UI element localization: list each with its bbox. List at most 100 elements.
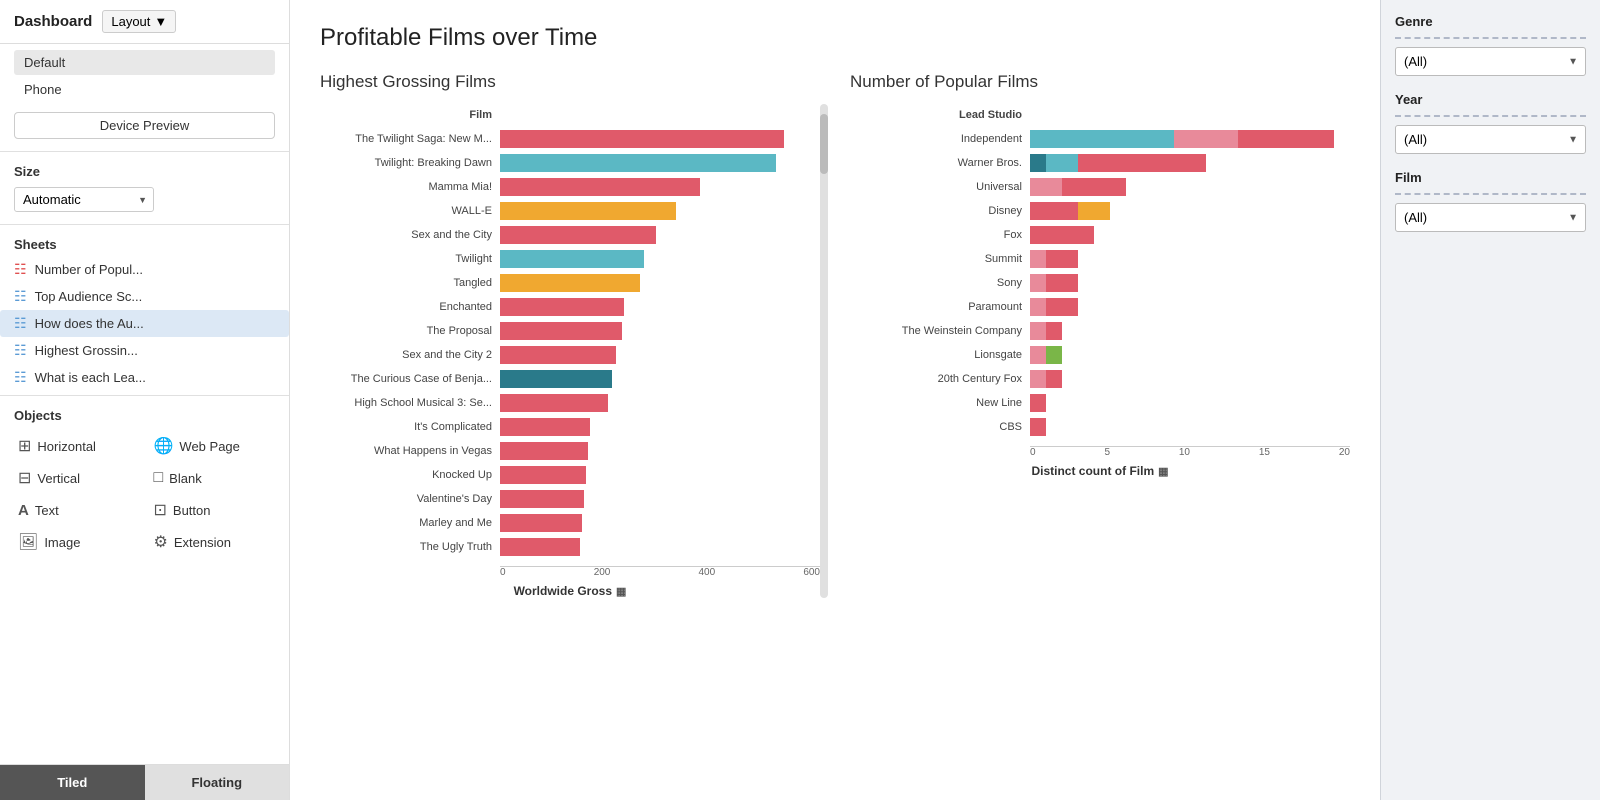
layout-option-phone[interactable]: Phone — [14, 77, 275, 102]
year-filter-label: Year — [1395, 92, 1586, 107]
chart1-bar-row-16: Marley and Me — [320, 512, 820, 534]
sheet-icon-3: ☷ — [14, 342, 27, 359]
chart1-bar-body-12 — [500, 416, 820, 438]
chart1-bar-label-11: High School Musical 3: Se... — [320, 397, 500, 409]
sheet-icon-1: ☷ — [14, 288, 27, 305]
chart2-bar-body-0 — [1030, 128, 1350, 150]
sheet-item-0[interactable]: ☷ Number of Popul... — [0, 256, 289, 283]
chart1-bar-segment-6 — [500, 274, 640, 292]
chart2-bar-seg-9-1 — [1046, 346, 1062, 364]
chart2-bar-seg-3-0 — [1030, 202, 1078, 220]
chart1-bar-body-11 — [500, 392, 820, 414]
film-divider — [1395, 193, 1586, 195]
chart2-bar-label-12: CBS — [850, 421, 1030, 433]
tiled-tab[interactable]: Tiled — [0, 765, 145, 800]
chart1-bar-label-10: The Curious Case of Benja... — [320, 373, 500, 385]
chart1-bar-row-17: The Ugly Truth — [320, 536, 820, 558]
chart1-bar-row-15: Valentine's Day — [320, 488, 820, 510]
object-button[interactable]: ⊡ Button — [150, 497, 276, 523]
object-image-label: Image — [44, 535, 80, 550]
chart2-bar-row-5: Summit — [850, 248, 1350, 270]
main-title: Profitable Films over Time — [320, 24, 1350, 52]
object-text[interactable]: A Text — [14, 497, 140, 523]
chart1-bar-row-9: Sex and the City 2 — [320, 344, 820, 366]
chart2-bar-label-0: Independent — [850, 133, 1030, 145]
object-horizontal[interactable]: ⊞ Horizontal — [14, 433, 140, 459]
object-webpage[interactable]: 🌐 Web Page — [150, 433, 276, 459]
sheet-icon-0: ☷ — [14, 261, 27, 278]
chart2-bars: IndependentWarner Bros.UniversalDisneyFo… — [850, 128, 1350, 438]
device-preview-button[interactable]: Device Preview — [14, 112, 275, 139]
chart1-axis-title: Worldwide Gross ▦ — [320, 584, 820, 598]
chart1-scrollbar[interactable] — [820, 104, 828, 598]
chart1-bar-label-3: WALL-E — [320, 205, 500, 217]
chart1-bar-segment-3 — [500, 202, 676, 220]
chart1-bar-label-13: What Happens in Vegas — [320, 445, 500, 457]
chart2-col-header: Lead Studio — [850, 109, 1030, 121]
chart2-bar-row-3: Disney — [850, 200, 1350, 222]
chart1-filter-icon: ▦ — [616, 585, 626, 598]
chart1-bar-body-2 — [500, 176, 820, 198]
sheet-item-1[interactable]: ☷ Top Audience Sc... — [0, 283, 289, 310]
chart1-bar-row-5: Twilight — [320, 248, 820, 270]
chart1-bar-body-13 — [500, 440, 820, 462]
object-image[interactable]: 🖼 Image — [14, 529, 140, 555]
chart1-bar-segment-15 — [500, 490, 584, 508]
object-blank[interactable]: □ Blank — [150, 465, 276, 491]
film-select[interactable]: (All) — [1395, 203, 1586, 232]
genre-select[interactable]: (All) — [1395, 47, 1586, 76]
chart1-header-row: Film — [320, 104, 820, 126]
extension-icon: ⚙ — [154, 532, 168, 552]
layout-option-default[interactable]: Default — [14, 50, 275, 75]
chart1-bar-label-16: Marley and Me — [320, 517, 500, 529]
chart1-bar-segment-11 — [500, 394, 608, 412]
chart2-bar-row-2: Universal — [850, 176, 1350, 198]
chart1-bar-body-7 — [500, 296, 820, 318]
sheet-item-2[interactable]: ☷ How does the Au... — [0, 310, 289, 337]
film-filter-group: Film (All) — [1395, 170, 1586, 232]
vertical-icon: ⊟ — [18, 468, 31, 488]
sheet-label-0: Number of Popul... — [35, 262, 143, 277]
chart1-bar-body-16 — [500, 512, 820, 534]
size-select[interactable]: Automatic — [14, 187, 154, 212]
chart2-bar-seg-5-1 — [1046, 250, 1078, 268]
chart2-bar-label-3: Disney — [850, 205, 1030, 217]
right-panel: Genre (All) Year (All) Film (All) — [1380, 0, 1600, 800]
layout-select[interactable]: Layout ▼ — [102, 10, 176, 33]
image-icon: 🖼 — [18, 532, 38, 552]
chart2-bar-body-7 — [1030, 296, 1350, 318]
chart2-bar-seg-3-1 — [1078, 202, 1110, 220]
object-extension[interactable]: ⚙ Extension — [150, 529, 276, 555]
chart2-bar-body-3 — [1030, 200, 1350, 222]
horizontal-icon: ⊞ — [18, 436, 31, 456]
chart2-bar-body-12 — [1030, 416, 1350, 438]
chart2-bar-body-2 — [1030, 176, 1350, 198]
chart1-axis-ticks: 0 200 400 600 — [500, 567, 820, 578]
chart2-header-row: Lead Studio — [850, 104, 1350, 126]
text-icon: A — [18, 502, 29, 519]
chart1-bar-label-15: Valentine's Day — [320, 493, 500, 505]
sheet-item-3[interactable]: ☷ Highest Grossin... — [0, 337, 289, 364]
chart1-bar-label-4: Sex and the City — [320, 229, 500, 241]
chart1-bar-label-2: Mamma Mia! — [320, 181, 500, 193]
chart1-bar-label-12: It's Complicated — [320, 421, 500, 433]
year-divider — [1395, 115, 1586, 117]
chart2-bar-body-6 — [1030, 272, 1350, 294]
chart1-bar-body-5 — [500, 248, 820, 270]
floating-tab[interactable]: Floating — [145, 765, 290, 800]
layout-chevron-icon: ▼ — [154, 14, 167, 29]
chart2-footer: 0 5 10 15 20 — [850, 444, 1350, 458]
sheet-item-4[interactable]: ☷ What is each Lea... — [0, 364, 289, 391]
year-select[interactable]: (All) — [1395, 125, 1586, 154]
chart1-bar-segment-12 — [500, 418, 590, 436]
chart2-bar-body-8 — [1030, 320, 1350, 342]
chart2-axis-spacer — [850, 444, 1030, 458]
sheet-label-1: Top Audience Sc... — [35, 289, 143, 304]
chart2-bar-seg-9-0 — [1030, 346, 1046, 364]
object-vertical[interactable]: ⊟ Vertical — [14, 465, 140, 491]
chart2-bar-label-11: New Line — [850, 397, 1030, 409]
charts-row: Highest Grossing Films Film The Twilight… — [320, 72, 1350, 598]
year-select-wrap: (All) — [1395, 125, 1586, 154]
genre-filter-label: Genre — [1395, 14, 1586, 29]
chart1-title: Highest Grossing Films — [320, 72, 820, 92]
